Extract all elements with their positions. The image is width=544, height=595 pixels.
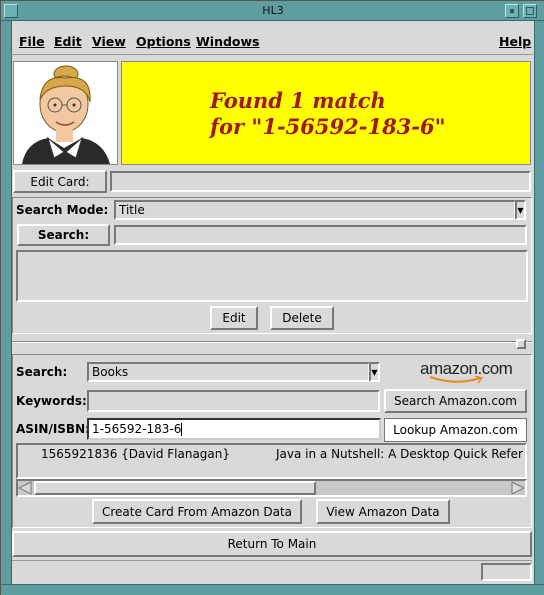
status-divider: [12, 560, 532, 561]
scroll-right-icon[interactable]: [511, 481, 525, 495]
pane-splitter[interactable]: [12, 341, 532, 343]
search-results-list[interactable]: [16, 250, 528, 302]
minimize-icon[interactable]: [505, 4, 519, 18]
lookup-amazon-button[interactable]: Lookup Amazon.com: [384, 418, 527, 442]
scroll-left-icon[interactable]: [18, 481, 32, 495]
scrollbar-thumb[interactable]: [34, 481, 316, 495]
match-banner: Found 1 match for "1-56592-183-6": [121, 61, 531, 165]
create-card-button[interactable]: Create Card From Amazon Data: [92, 499, 302, 524]
window-frame-left[interactable]: [1, 21, 12, 584]
menu-help[interactable]: Help: [499, 34, 531, 49]
menu-bar: File Edit View Options Windows Help: [11, 27, 533, 55]
return-to-main-button[interactable]: Return To Main: [12, 531, 532, 557]
asin-value: 1-56592-183-6: [92, 422, 182, 436]
menu-edit[interactable]: Edit: [54, 34, 82, 49]
menu-windows[interactable]: Windows: [196, 34, 260, 49]
banner-line-1: Found 1 match: [210, 88, 386, 113]
search-amazon-button[interactable]: Search Amazon.com: [384, 389, 527, 413]
asin-label: ASIN/ISBN:: [16, 422, 90, 436]
edit-card-field[interactable]: [110, 171, 531, 192]
keywords-label: Keywords:: [16, 394, 87, 408]
keywords-field[interactable]: [87, 390, 380, 412]
maximize-icon[interactable]: [523, 4, 537, 18]
result-title[interactable]: Java in a Nutshell: A Desktop Quick Refe…: [276, 447, 523, 461]
edit-card-button[interactable]: Edit Card:: [13, 170, 107, 193]
edit-button[interactable]: Edit: [210, 306, 258, 330]
banner-line-2: for "1-56592-183-6": [210, 114, 446, 139]
search-button[interactable]: Search:: [17, 224, 110, 246]
asin-field[interactable]: 1-56592-183-6: [87, 418, 381, 440]
search-field[interactable]: [114, 225, 527, 245]
menu-file[interactable]: File: [19, 34, 45, 49]
status-field: [481, 563, 532, 581]
window-frame-right[interactable]: [534, 21, 544, 584]
splitter-handle[interactable]: [516, 339, 526, 349]
amazon-category-select[interactable]: Books: [87, 362, 370, 382]
title-bar[interactable]: HL3: [1, 1, 544, 21]
delete-button[interactable]: Delete: [270, 306, 334, 330]
amazon-results-list[interactable]: 1565921836 {David Flanagan} Java in a Nu…: [16, 443, 527, 479]
menu-options[interactable]: Options: [136, 34, 191, 49]
search-mode-select[interactable]: Title: [114, 200, 516, 220]
amazon-search-label: Search:: [16, 365, 68, 379]
window-title: HL3: [262, 4, 284, 17]
search-mode-dropdown-icon[interactable]: ▼: [515, 200, 526, 220]
avatar: [13, 61, 118, 165]
search-mode-label: Search Mode:: [16, 203, 109, 217]
text-cursor: [181, 423, 183, 436]
result-id[interactable]: 1565921836 {David Flanagan}: [41, 447, 230, 461]
amazon-smile-icon: [429, 376, 484, 384]
window-frame-bottom[interactable]: [1, 584, 544, 595]
amazon-category-dropdown-icon[interactable]: ▼: [369, 362, 380, 382]
menu-view[interactable]: View: [92, 34, 126, 49]
view-amazon-data-button[interactable]: View Amazon Data: [316, 499, 450, 524]
